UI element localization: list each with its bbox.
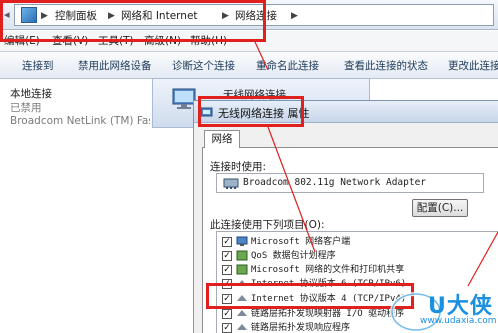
- highlight-breadcrumb: [0, 0, 266, 42]
- highlight-ipv4-item: [206, 283, 414, 309]
- watermark-url: www.udaxia.com: [420, 316, 497, 326]
- highlight-properties-title: [198, 96, 304, 127]
